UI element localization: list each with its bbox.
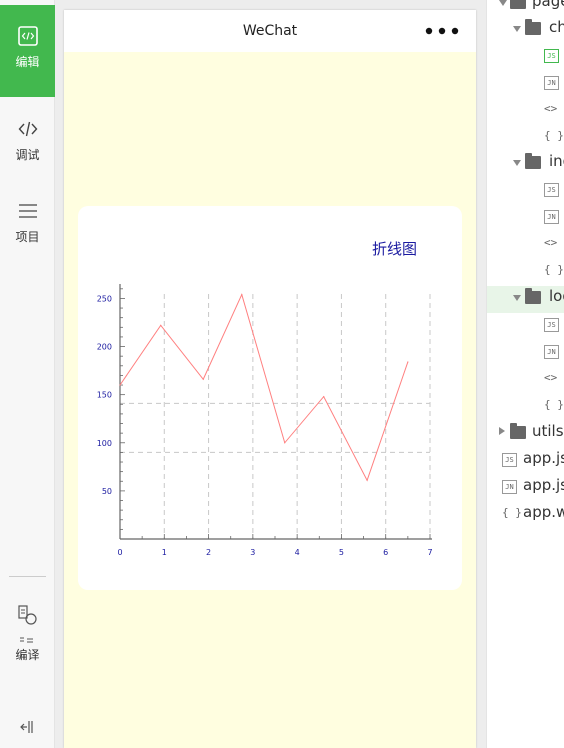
tree-file[interactable]: <> xyxy=(487,367,564,394)
debug-code-icon xyxy=(18,121,37,137)
wxss-file-icon: { } xyxy=(544,263,564,276)
data-point xyxy=(323,395,325,398)
tree-item-label: ch xyxy=(549,18,564,36)
tree-folder[interactable]: log xyxy=(487,286,564,313)
data-point xyxy=(366,479,368,481)
chart-card: 折线图 50 100 150 200 250 0 1 2 3 4 5 6 7 xyxy=(78,206,462,590)
tree-folder[interactable]: utils xyxy=(487,421,564,448)
left-toolbar: 编辑 调试 项目 编译 xyxy=(0,0,55,748)
json-file-icon: JN xyxy=(544,76,559,90)
x-tick-label: 3 xyxy=(250,548,255,557)
toolbar-item-compile[interactable]: 编译 xyxy=(0,584,55,676)
chevron-right-icon[interactable] xyxy=(499,427,505,435)
line-chart: 折线图 50 100 150 200 250 0 1 2 3 4 5 6 7 xyxy=(97,240,433,557)
chevron-down-icon[interactable] xyxy=(513,160,521,166)
tree-file[interactable]: { } xyxy=(487,125,564,152)
tree-item-label: log xyxy=(549,287,564,305)
js-file-icon: JS xyxy=(544,49,559,63)
x-tick-label: 5 xyxy=(339,548,344,557)
tree-file[interactable]: JS xyxy=(487,178,564,205)
chevron-down-icon[interactable] xyxy=(513,295,521,301)
toolbar-item-label: 项目 xyxy=(15,230,40,244)
data-point xyxy=(160,324,162,326)
js-file-icon: JS xyxy=(544,183,559,197)
folder-icon xyxy=(525,19,541,35)
toolbar-item-label: 调试 xyxy=(15,148,40,162)
data-point xyxy=(407,361,409,363)
tree-file[interactable]: { } app.w xyxy=(487,502,564,529)
js-file-icon: JS xyxy=(502,453,517,467)
wxss-file-icon: { } xyxy=(502,506,522,519)
x-tick-label: 2 xyxy=(206,548,211,557)
tree-folder[interactable]: ind xyxy=(487,151,564,178)
tree-folder[interactable]: page xyxy=(487,0,564,18)
toolbar-item-debug[interactable]: 调试 xyxy=(0,98,55,190)
x-tick-label: 7 xyxy=(427,548,432,557)
tree-file[interactable]: <> xyxy=(487,98,564,125)
split-icon[interactable] xyxy=(19,718,37,736)
data-point xyxy=(202,378,204,380)
file-tree: page ch JS JN <> { } ind JS JN <> { } log JS JN <> { } u… xyxy=(486,0,564,748)
folder-icon xyxy=(510,423,526,439)
tree-file[interactable]: JN app.js xyxy=(487,475,564,502)
y-tick-label: 250 xyxy=(97,294,112,303)
tree-folder[interactable]: ch xyxy=(487,17,564,44)
toolbar-divider xyxy=(9,576,46,577)
tree-item-label: app.w xyxy=(523,503,564,521)
wxss-file-icon: { } xyxy=(544,129,564,142)
nav-bar: WeChat xyxy=(64,10,476,52)
menu-icon xyxy=(18,204,37,218)
wxml-file-icon: <> xyxy=(544,102,558,115)
nav-title: WeChat xyxy=(242,23,298,39)
folder-icon xyxy=(525,153,541,169)
x-tick-label: 0 xyxy=(117,548,122,557)
more-dots-icon[interactable] xyxy=(424,24,460,38)
tree-item-label: page xyxy=(532,0,564,10)
toolbar-item-edit[interactable]: 编辑 xyxy=(0,5,55,97)
tree-file[interactable]: <> xyxy=(487,232,564,259)
x-tick-label: 1 xyxy=(162,548,167,557)
toolbar-item-label: 编译 xyxy=(15,648,40,662)
json-file-icon: JN xyxy=(544,210,559,224)
toolbar-item-project[interactable]: 项目 xyxy=(0,180,55,272)
tree-file[interactable]: JS xyxy=(487,313,564,340)
phone-simulator: WeChat 折线图 50 100 150 200 250 0 1 2 3 4 5 6 7 xyxy=(64,10,476,748)
json-file-icon: JN xyxy=(544,345,559,359)
folder-icon xyxy=(510,0,526,9)
js-file-icon: JS xyxy=(544,318,559,332)
code-icon xyxy=(17,26,38,46)
wxss-file-icon: { } xyxy=(544,398,564,411)
wxml-file-icon: <> xyxy=(544,236,558,249)
toolbar-item-label: 编辑 xyxy=(15,55,40,69)
tree-file[interactable]: JN xyxy=(487,71,564,98)
tree-file[interactable]: { } xyxy=(487,259,564,286)
y-tick-label: 150 xyxy=(97,391,112,400)
compile-icon xyxy=(17,605,37,643)
tree-file[interactable]: JN xyxy=(487,340,564,367)
data-point xyxy=(284,442,286,444)
folder-icon xyxy=(525,288,541,304)
x-tick-label: 6 xyxy=(383,548,388,557)
json-file-icon: JN xyxy=(502,480,517,494)
x-tick-label: 4 xyxy=(295,548,300,557)
tree-item-label: ind xyxy=(549,152,564,170)
chevron-down-icon[interactable] xyxy=(513,26,521,32)
tree-file[interactable]: JS xyxy=(487,44,564,71)
y-tick-label: 50 xyxy=(102,487,112,496)
tree-item-label: app.js xyxy=(523,449,564,467)
wxml-file-icon: <> xyxy=(544,371,558,384)
y-tick-label: 200 xyxy=(97,343,112,352)
chart-title: 折线图 xyxy=(372,240,417,258)
tree-file[interactable]: JN xyxy=(487,205,564,232)
tree-file[interactable]: { } xyxy=(487,394,564,421)
data-point xyxy=(241,293,243,296)
devtools-window: 编辑 调试 项目 编译 WeChat 折线图 50 100 150 200 25… xyxy=(0,0,564,748)
y-tick-label: 100 xyxy=(97,439,112,448)
chevron-down-icon[interactable] xyxy=(499,0,507,6)
tree-item-label: utils xyxy=(532,422,564,440)
data-point xyxy=(119,384,121,386)
tree-file[interactable]: JS app.js xyxy=(487,448,564,475)
tree-item-label: app.js xyxy=(523,476,564,494)
